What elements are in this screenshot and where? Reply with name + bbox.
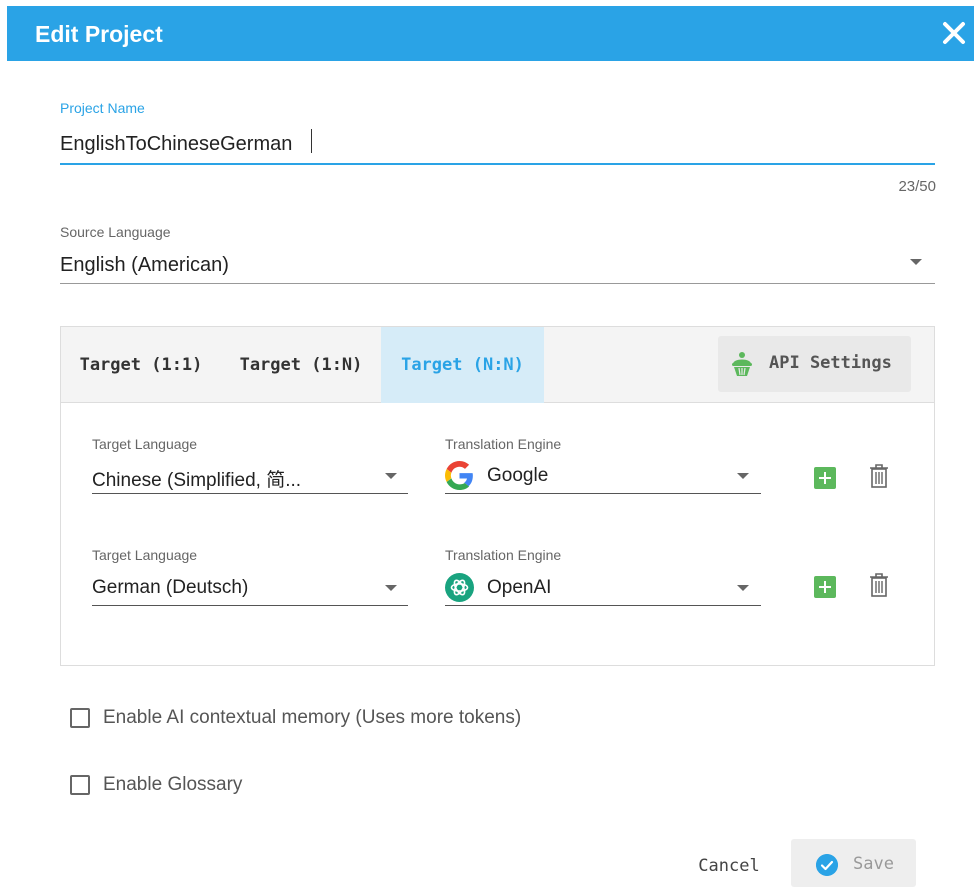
glossary-label: Enable Glossary [103,774,243,795]
target-language-label: Target Language [92,436,198,452]
ai-memory-label: Enable AI contextual memory (Uses more t… [103,707,522,728]
add-row-button[interactable] [814,467,836,489]
translation-engine-select[interactable]: OpenAI [445,569,761,606]
chevron-down-icon [385,585,397,591]
translation-engine-value: Google [487,465,549,486]
tab-target-1-1[interactable]: Target (1:1) [61,327,221,403]
source-language-select[interactable]: English (American) [60,246,935,284]
translation-engine-value: OpenAI [487,577,552,598]
dialog-header: Edit Project [7,6,974,61]
project-name-input[interactable] [60,125,935,165]
dialog-title: Edit Project [35,21,163,47]
target-language-select[interactable]: German (Deutsch) [92,569,408,606]
google-icon [445,461,473,490]
api-settings-label: API Settings [769,353,892,373]
cupcake-icon [732,352,752,376]
ai-memory-checkbox[interactable] [70,708,90,728]
target-language-value: Chinese (Simplified, 简... [92,470,302,491]
chevron-down-icon [737,585,749,591]
text-caret [311,129,312,153]
project-name-label: Project Name [60,100,145,116]
tab-target-n-n[interactable]: Target (N:N) [381,327,544,403]
glossary-checkbox[interactable] [70,775,90,795]
source-language-value: English (American) [60,254,229,276]
target-panel: Target (1:1) Target (1:N) Target (N:N) A… [60,326,935,666]
save-button[interactable]: Save [791,839,916,887]
translation-engine-select[interactable]: Google [445,457,761,494]
chevron-down-icon [385,473,397,479]
save-label: Save [853,854,894,874]
close-icon[interactable] [936,15,972,51]
add-row-button[interactable] [814,576,836,598]
target-language-label: Target Language [92,547,198,563]
trash-icon[interactable] [868,572,890,598]
cancel-button[interactable]: Cancel [683,845,775,887]
source-language-label: Source Language [60,224,171,240]
target-tab-bar: Target (1:1) Target (1:N) Target (N:N) A… [61,327,934,403]
trash-icon[interactable] [868,463,890,489]
api-settings-button[interactable]: API Settings [718,336,911,392]
chevron-down-icon [737,473,749,479]
target-language-value: German (Deutsch) [92,577,249,598]
check-circle-icon [816,854,838,876]
character-counter: 23/50 [898,178,936,195]
tab-target-1-n[interactable]: Target (1:N) [221,327,381,403]
translation-engine-label: Translation Engine [445,547,562,563]
openai-icon [445,573,474,602]
chevron-down-icon [910,259,922,265]
target-language-select[interactable]: Chinese (Simplified, 简... [92,457,408,494]
translation-engine-label: Translation Engine [445,436,562,452]
